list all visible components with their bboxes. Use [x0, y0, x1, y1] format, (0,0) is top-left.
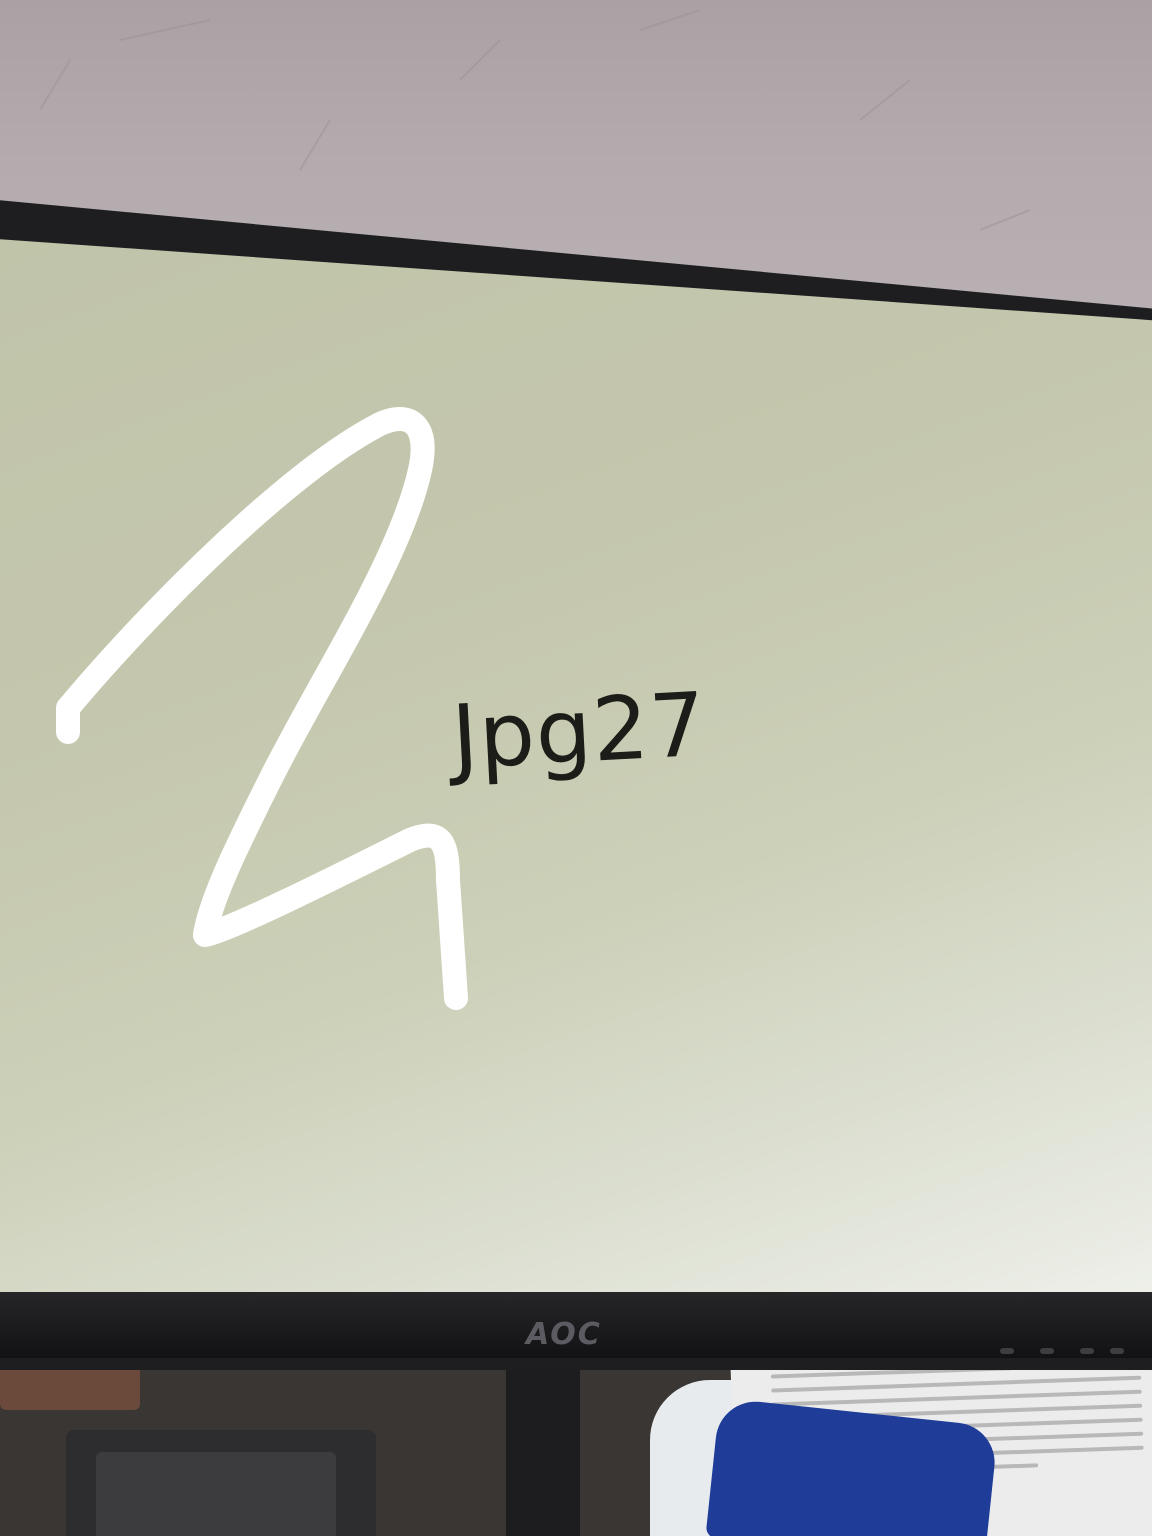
photo-scene: Jpg27 AOC [0, 0, 1152, 1536]
monitor-button[interactable] [1000, 1348, 1014, 1354]
monitor-button[interactable] [1080, 1348, 1094, 1354]
brand-logo: AOC [526, 1317, 602, 1352]
monitor-button[interactable] [1040, 1348, 1054, 1354]
power-button[interactable] [1110, 1348, 1124, 1354]
